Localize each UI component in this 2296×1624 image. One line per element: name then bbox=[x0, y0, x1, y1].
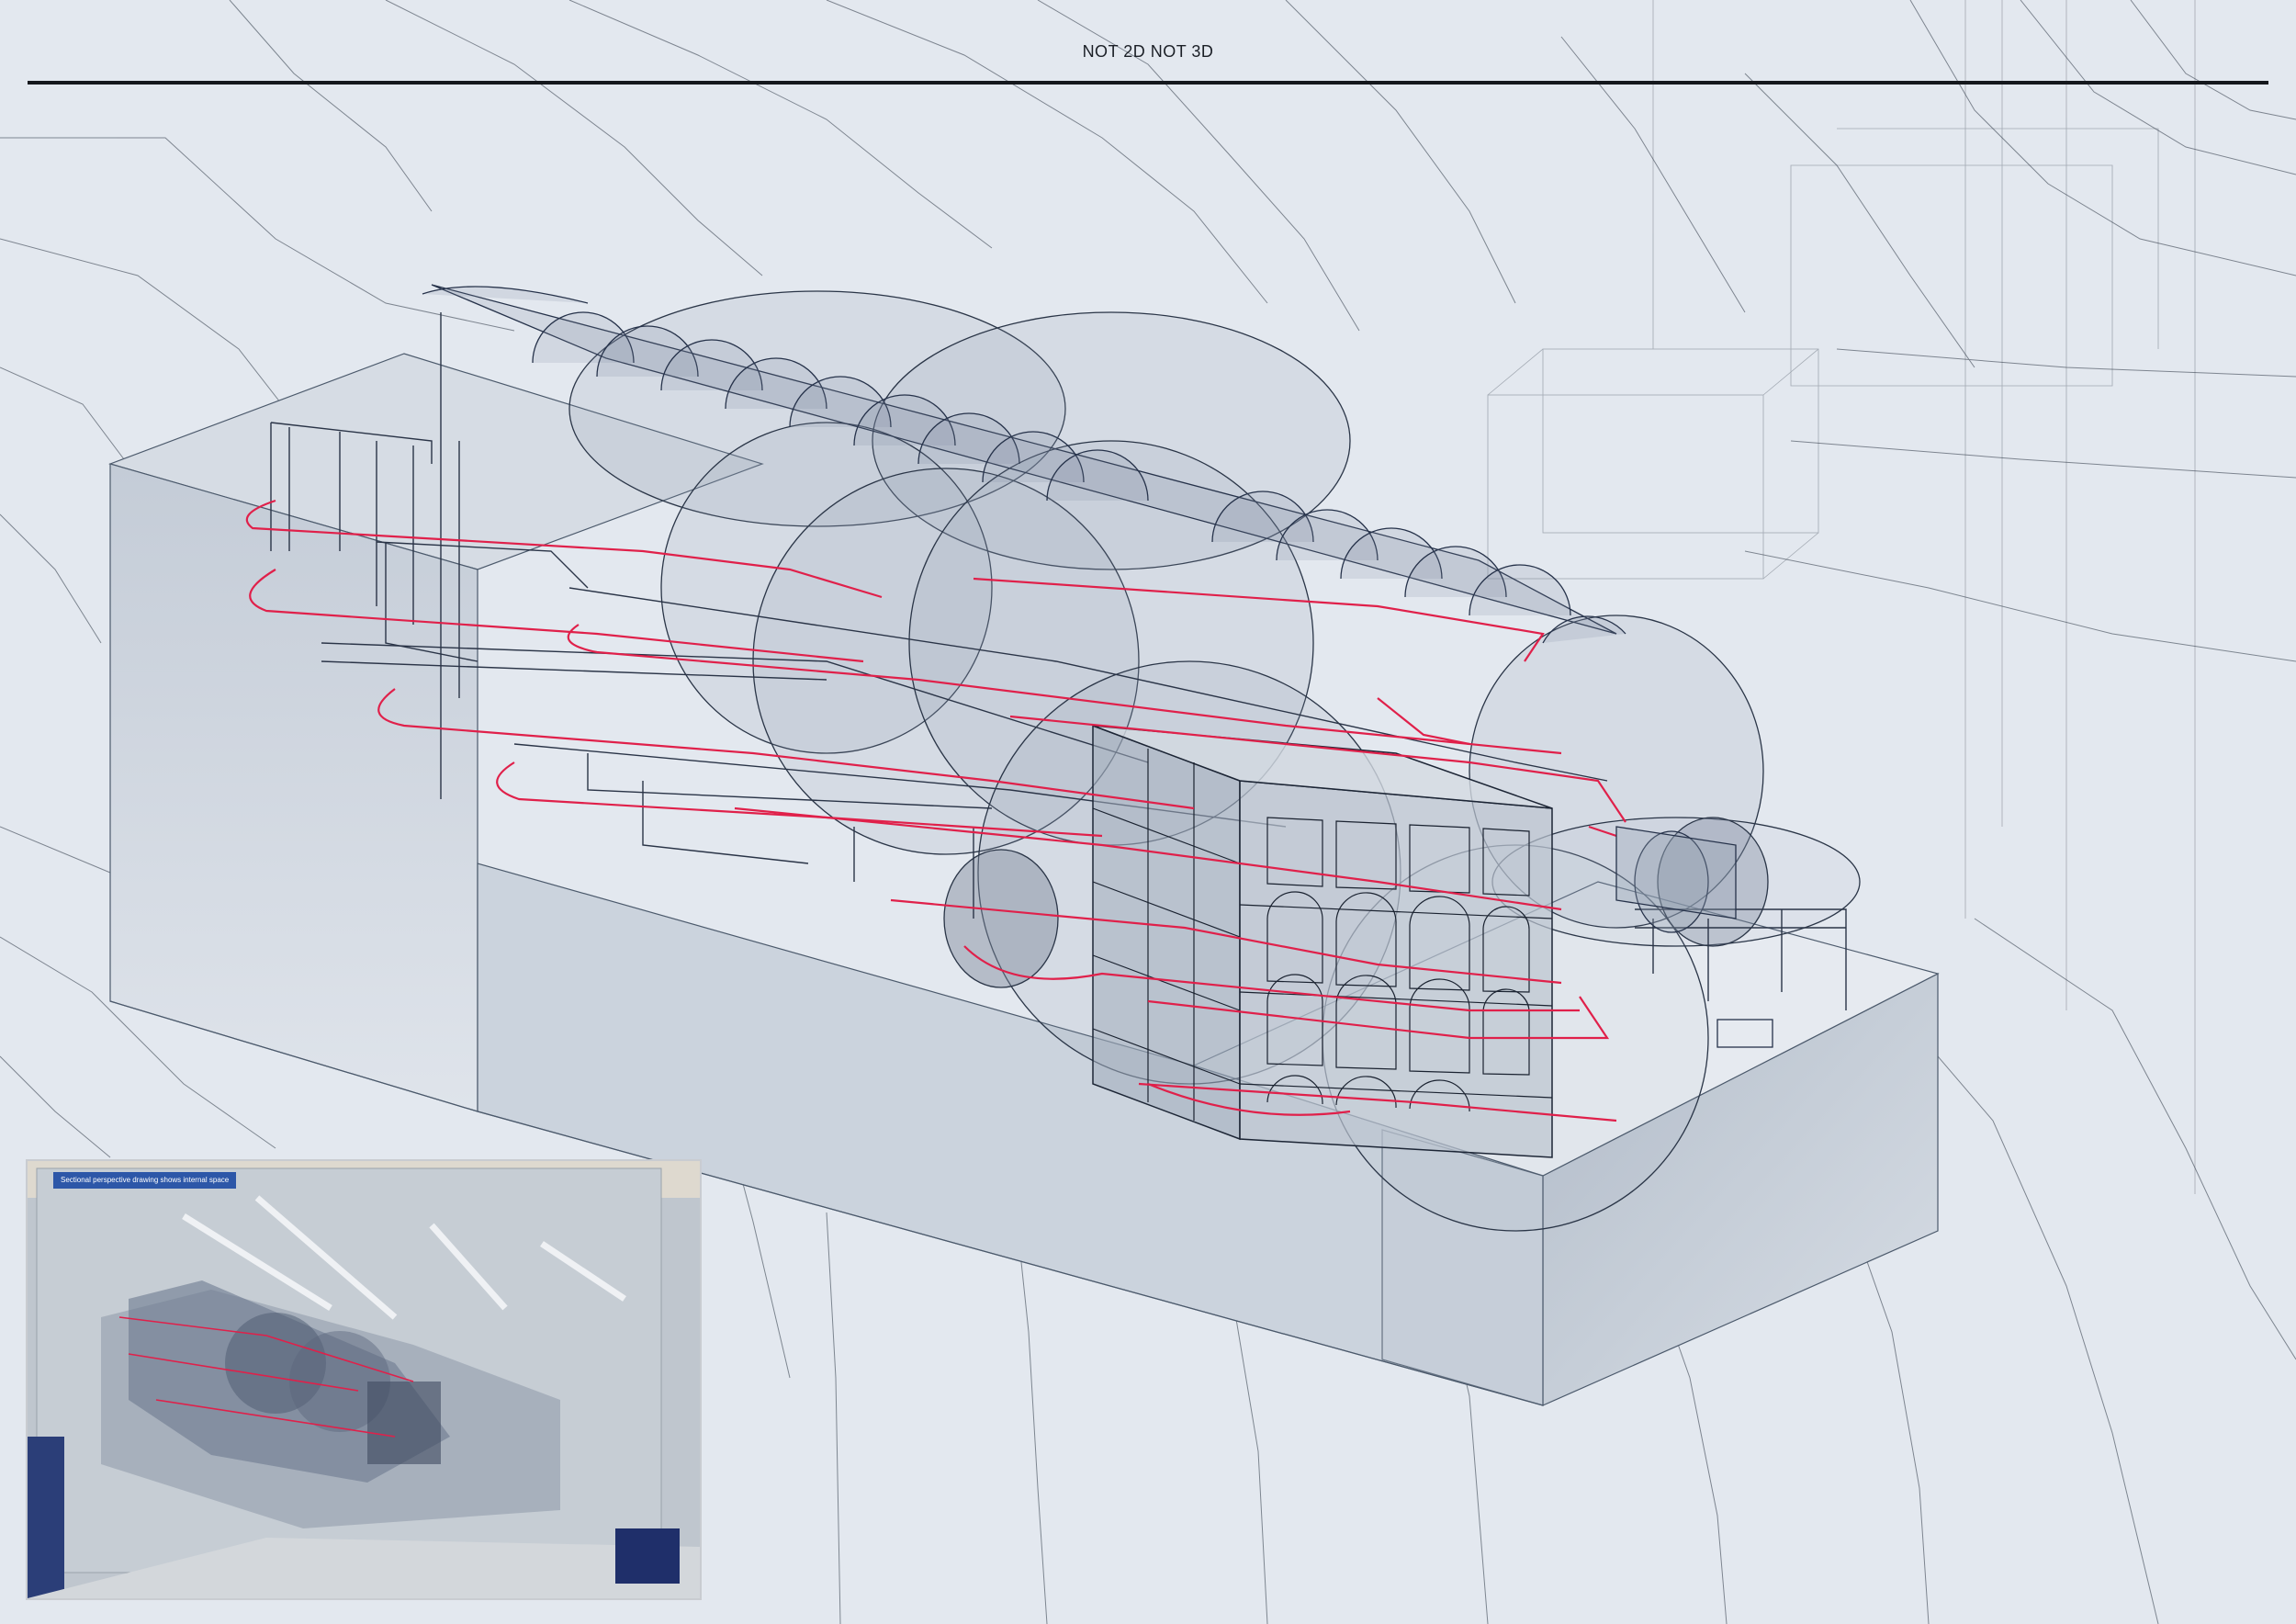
inset-caption-label: Sectional perspective drawing shows inte… bbox=[53, 1172, 237, 1189]
arcade-tower bbox=[1092, 724, 1553, 1158]
exhibition-photo bbox=[28, 1161, 700, 1598]
title-rule bbox=[28, 81, 2268, 85]
sheet-title: NOT 2D NOT 3D bbox=[1082, 42, 1214, 61]
exhibition-photo-inset bbox=[26, 1159, 702, 1600]
